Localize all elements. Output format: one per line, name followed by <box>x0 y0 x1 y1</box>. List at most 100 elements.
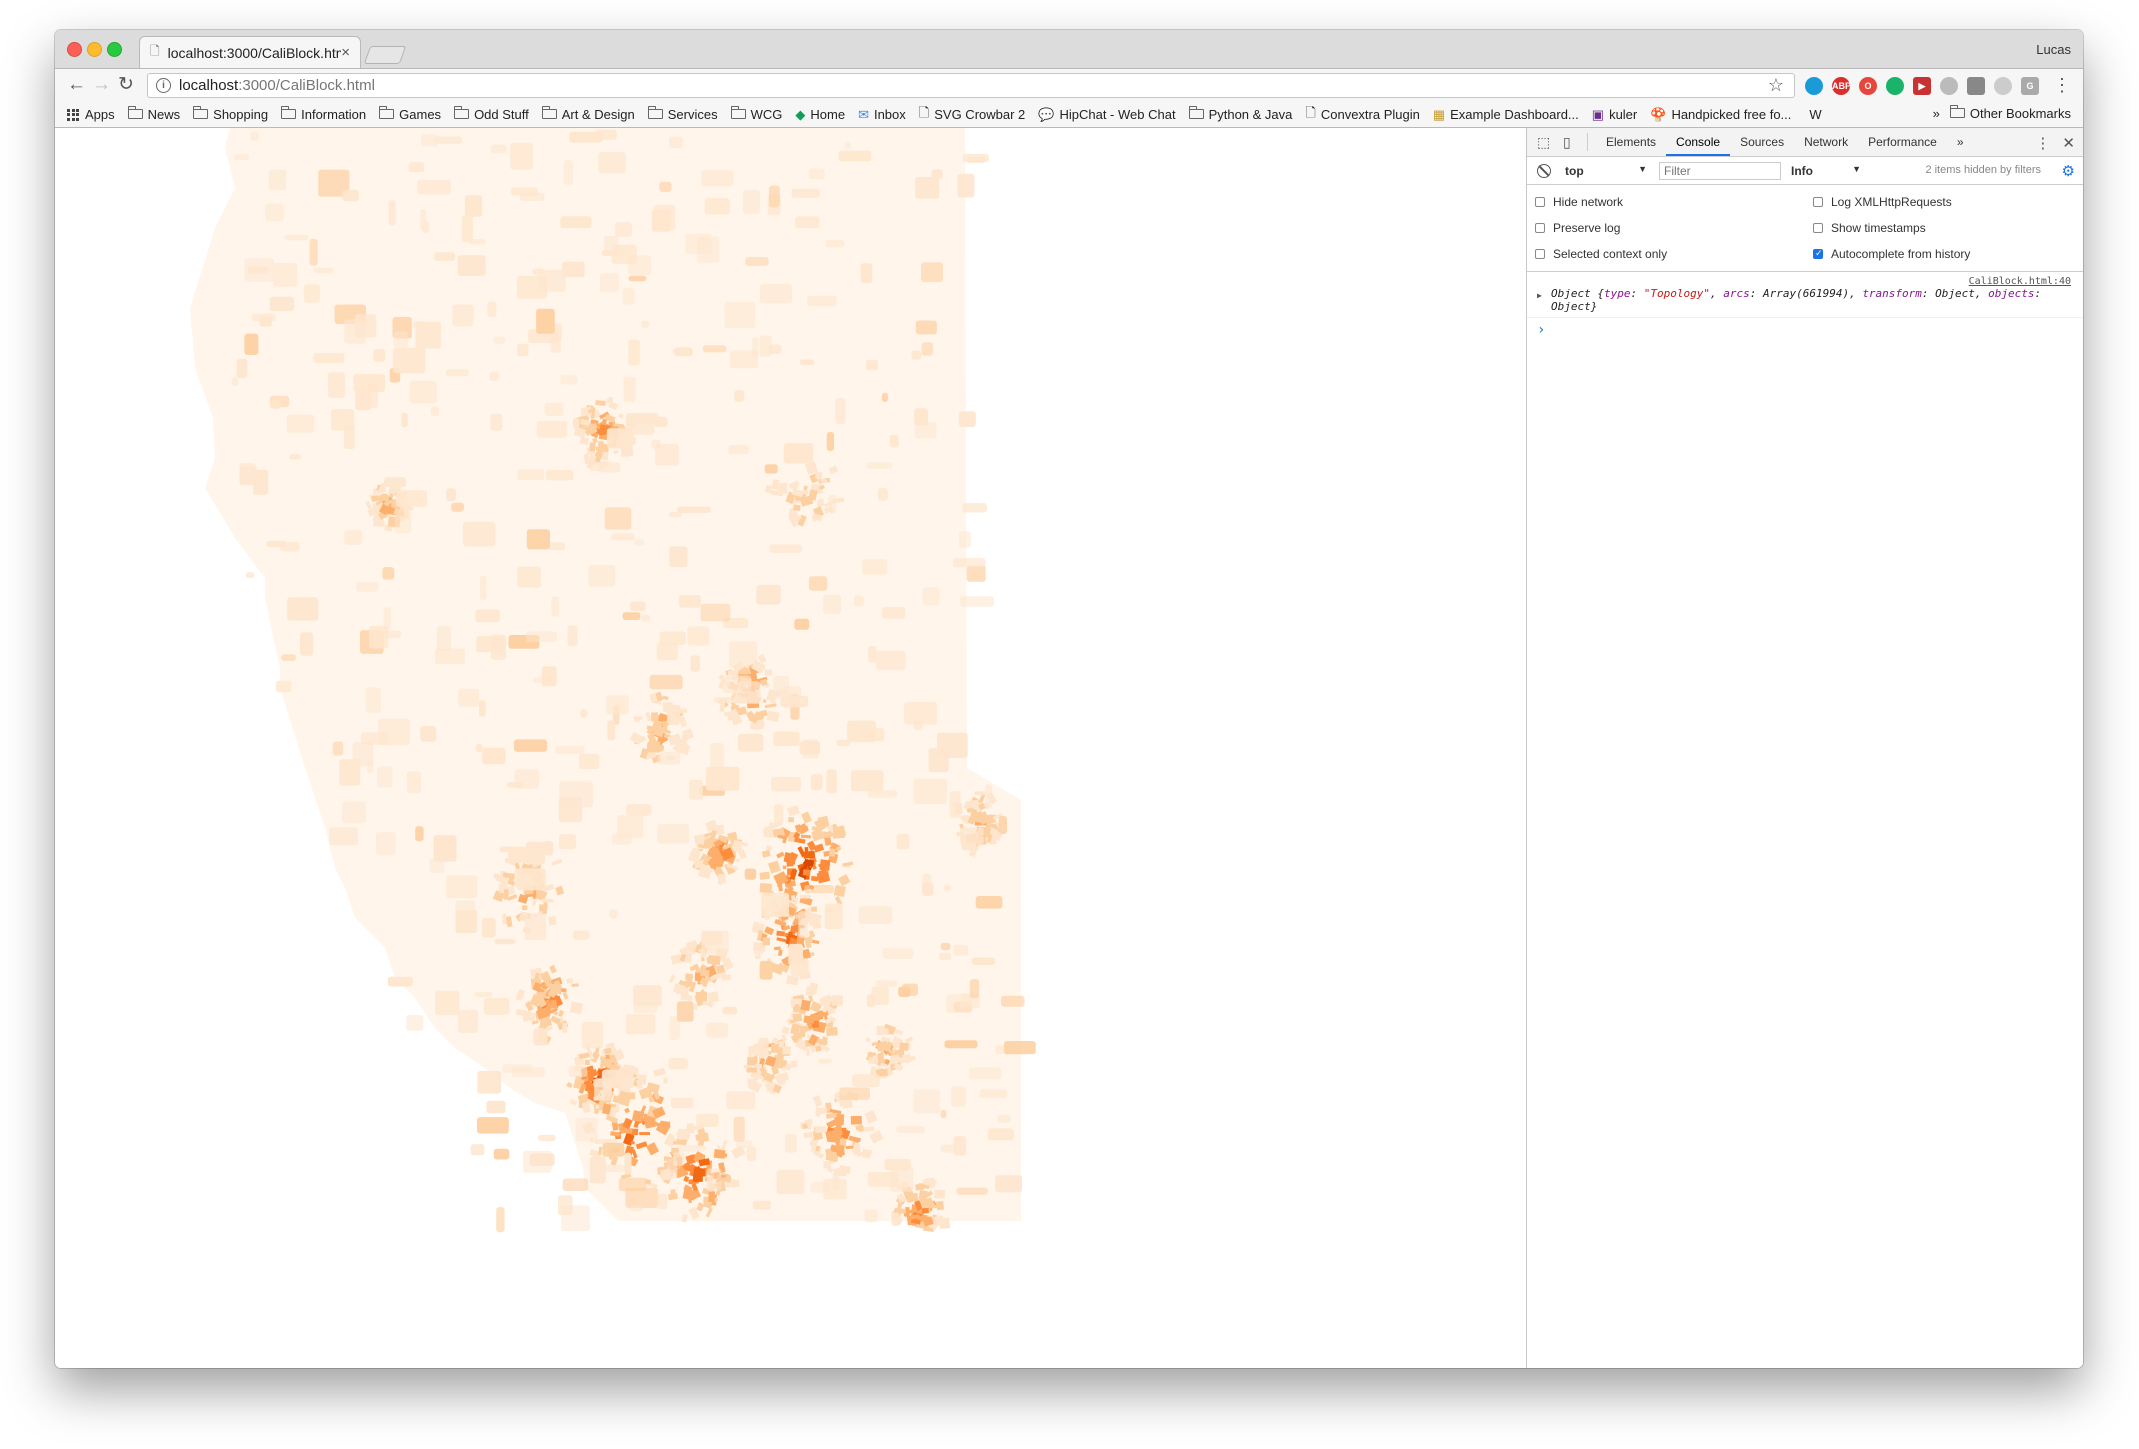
census-block <box>551 596 560 617</box>
square-extension-icon[interactable] <box>1967 77 1985 95</box>
checkbox[interactable] <box>1813 223 1823 233</box>
adblock-icon[interactable]: ABP <box>1832 77 1851 95</box>
browser-tab[interactable]: 🗋 localhost:3000/CaliBlock.html × <box>139 36 361 68</box>
devtools-close-icon[interactable]: ✕ <box>2062 134 2075 152</box>
checkbox[interactable] <box>1535 223 1545 233</box>
option-log-xmlhttprequests[interactable]: Log XMLHttpRequests <box>1805 189 2083 215</box>
forward-arrow-icon[interactable]: → <box>92 75 111 95</box>
tab-network[interactable]: Network <box>1794 128 1858 156</box>
bookmark-convextra-plugin[interactable]: 🗋 Convextra Plugin <box>1305 104 1419 126</box>
option-autocomplete-from-history[interactable]: Autocomplete from history <box>1805 241 2083 267</box>
red-box-icon[interactable]: ▶ <box>1913 77 1931 95</box>
census-block <box>517 343 529 357</box>
option-preserve-log[interactable]: Preserve log <box>1527 215 1805 241</box>
devtools-panel: ⬚ ▯ Elements Console Sources Network Perform… <box>1526 128 2083 1368</box>
bookmark-example-dashboard[interactable]: ▦ Example Dashboard... <box>1433 107 1579 123</box>
census-block <box>793 504 801 512</box>
inspect-element-icon[interactable]: ⬚ <box>1537 134 1553 150</box>
checkbox[interactable] <box>1813 248 1823 259</box>
address-bar[interactable]: i localhost:3000/CaliBlock.html ☆ <box>147 73 1795 98</box>
census-block <box>917 1215 928 1221</box>
tab-elements[interactable]: Elements <box>1596 128 1666 156</box>
reload-icon[interactable]: ↻ <box>118 75 134 95</box>
log-message[interactable]: ▶ Object {type: "Topology", arcs: Array(… <box>1537 287 2071 313</box>
checkbox[interactable] <box>1813 197 1823 207</box>
census-block <box>388 200 396 226</box>
console-filter-input[interactable] <box>1659 161 1781 180</box>
bookmark-label: SVG Crowbar 2 <box>934 107 1026 122</box>
bookmark-odd-stuff[interactable]: Odd Stuff <box>454 105 529 122</box>
dashboard-icon: ▦ <box>1432 106 1446 122</box>
bookmark-python-java[interactable]: Python & Java <box>1188 105 1292 122</box>
extension-circle-icon[interactable] <box>1805 77 1823 95</box>
bookmark-art-design[interactable]: Art & Design <box>541 105 635 122</box>
other-bookmarks[interactable]: » Other Bookmarks <box>1933 104 2071 121</box>
census-block <box>617 815 644 839</box>
log-level-select[interactable]: Info ▼ <box>1791 164 1861 178</box>
census-block <box>766 845 772 851</box>
census-block <box>867 994 875 1008</box>
g-extension-icon[interactable]: G <box>2021 77 2039 95</box>
log-source-link[interactable]: CaliBlock.html:40 <box>1551 276 2071 287</box>
bookmark-handpicked-free-fo[interactable]: 🍄 Handpicked free fo... <box>1650 107 1791 123</box>
census-block <box>863 1126 875 1132</box>
bookmark-inbox[interactable]: ✉ Inbox <box>858 107 906 123</box>
bookmark-home[interactable]: ◆ Home <box>795 107 845 123</box>
bookmark-information[interactable]: Information <box>281 105 366 122</box>
info-icon[interactable]: i <box>156 78 171 93</box>
bookmark-news[interactable]: News <box>127 105 180 122</box>
bookmark-games[interactable]: Games <box>379 105 441 122</box>
browser-menu-icon[interactable]: ⋮ <box>2053 75 2071 96</box>
bookmark-svg-crowbar-2[interactable]: 🗋 SVG Crowbar 2 <box>919 104 1026 126</box>
opera-icon[interactable]: O <box>1859 77 1877 95</box>
bookmark-shopping[interactable]: Shopping <box>193 105 268 122</box>
census-block <box>604 1047 612 1055</box>
tab-sources[interactable]: Sources <box>1730 128 1794 156</box>
devtools-menu-icon[interactable]: ⋮ <box>2035 134 2050 152</box>
census-block <box>889 1049 894 1054</box>
census-block <box>694 1003 698 1010</box>
window-maximize-button[interactable] <box>107 42 122 57</box>
bookmark-wcg[interactable]: WCG <box>730 105 782 122</box>
new-tab-button[interactable] <box>363 46 407 64</box>
option-hide-network[interactable]: Hide network <box>1527 189 1805 215</box>
tab-console[interactable]: Console <box>1666 128 1731 156</box>
census-block <box>695 991 708 1002</box>
census-block <box>940 1109 947 1119</box>
checkbox[interactable] <box>1535 197 1545 207</box>
device-toolbar-icon[interactable]: ▯ <box>1563 134 1579 150</box>
ghost-icon[interactable] <box>1940 77 1958 95</box>
bookmark-hipchat-web-chat[interactable]: 💬 HipChat - Web Chat <box>1038 107 1175 123</box>
link-icon[interactable] <box>1994 77 2012 95</box>
option-show-timestamps[interactable]: Show timestamps <box>1805 215 2083 241</box>
census-block <box>493 1148 510 1160</box>
console-log-entry[interactable]: CaliBlock.html:40 ▶ Object {type: "Topol… <box>1527 272 2083 318</box>
clear-console-icon[interactable] <box>1537 163 1551 178</box>
profile-name[interactable]: Lucas <box>2036 42 2071 57</box>
tab-performance[interactable]: Performance <box>1858 128 1947 156</box>
window-minimize-button[interactable] <box>87 42 102 57</box>
census-block <box>494 938 516 945</box>
window-close-button[interactable] <box>67 42 82 57</box>
census-block <box>810 1181 829 1193</box>
bookmark-star-icon[interactable]: ☆ <box>1768 75 1784 96</box>
expand-triangle-icon[interactable]: ▶ <box>1537 289 1542 302</box>
tab-close-icon[interactable]: × <box>341 44 350 61</box>
census-block <box>823 594 842 614</box>
option-selected-context-only[interactable]: Selected context only <box>1527 241 1805 267</box>
console-prompt[interactable]: › <box>1527 318 2083 342</box>
more-tabs-icon[interactable]: » <box>1947 128 1974 156</box>
census-block <box>754 955 761 960</box>
bookmark-services[interactable]: Services <box>647 105 718 122</box>
census-block <box>515 1009 526 1017</box>
checkbox[interactable] <box>1535 249 1545 259</box>
chevron-double-right-icon[interactable]: » <box>1933 106 1940 121</box>
census-block <box>703 839 712 849</box>
green-chat-icon[interactable] <box>1886 77 1904 95</box>
bookmark-apps[interactable]: Apps <box>67 107 115 122</box>
back-arrow-icon[interactable]: ← <box>67 75 86 95</box>
bookmark-kuler[interactable]: ▣ kuler <box>1592 107 1637 123</box>
context-select[interactable]: top ▼ <box>1565 164 1647 178</box>
bookmark-w[interactable]: W <box>1804 107 1821 122</box>
console-settings-gear-icon[interactable]: ⚙ <box>2062 162 2075 180</box>
